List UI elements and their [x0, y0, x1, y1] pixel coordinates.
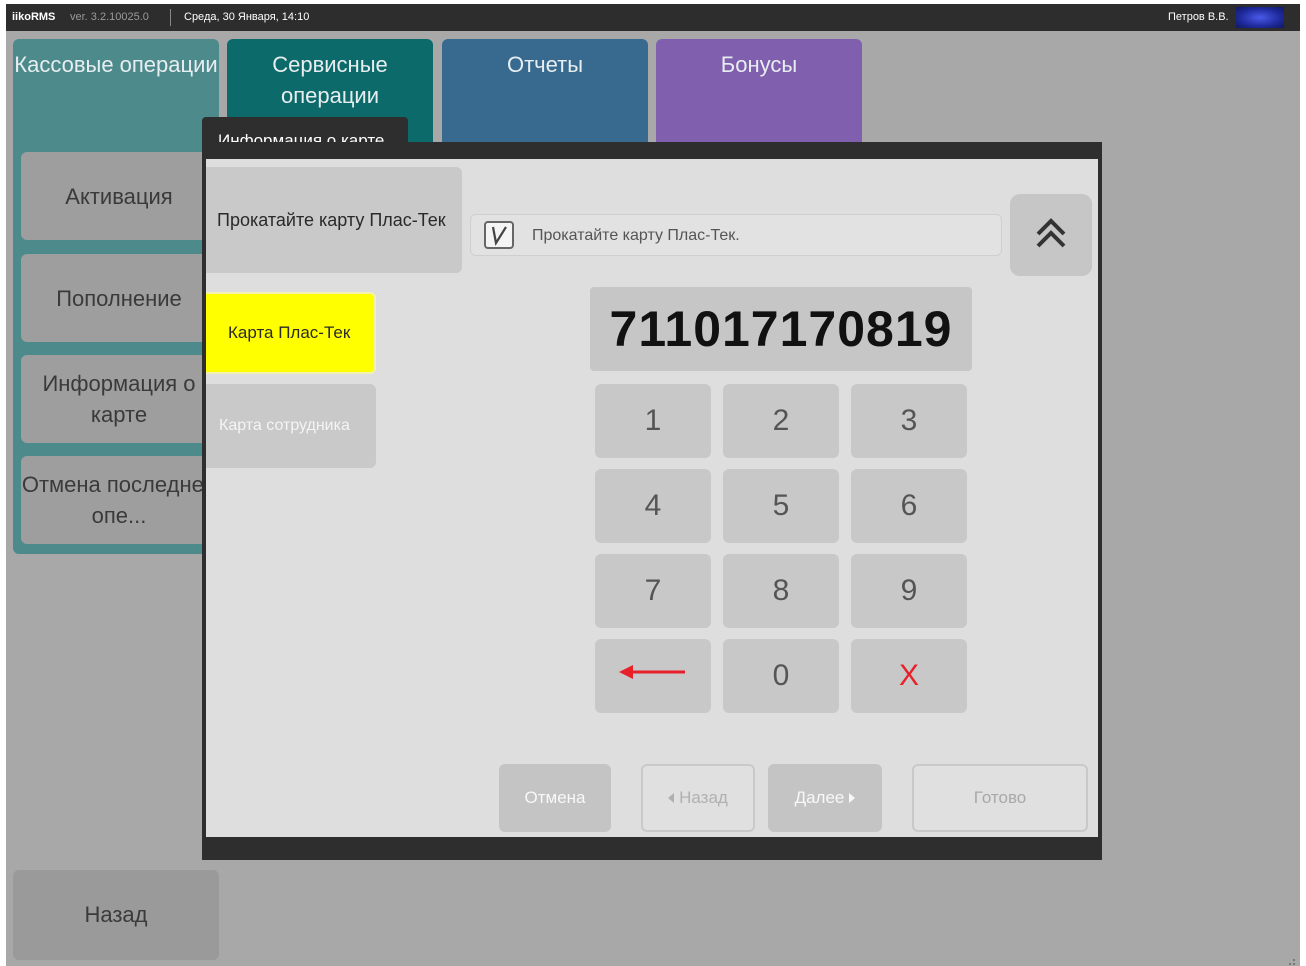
tab-reports[interactable]: Отчеты: [442, 39, 648, 159]
back-button-label: Назад: [84, 902, 148, 927]
key-5[interactable]: 5: [723, 469, 839, 543]
backspace-key[interactable]: [595, 639, 711, 713]
key-0[interactable]: 0: [723, 639, 839, 713]
title-separator: [170, 9, 171, 26]
app-window: iikoRMS ver. 3.2.10025.0 Среда, 30 Январ…: [6, 4, 1300, 966]
double-chevron-up-icon: [1010, 218, 1092, 280]
next-button-label: Далее: [794, 788, 845, 807]
user-name: Петров В.В.: [1168, 11, 1229, 23]
sidebar-item-card-info[interactable]: Информация о карте: [21, 355, 217, 443]
sidebar-item-activation[interactable]: Активация: [21, 152, 217, 240]
card-type-plastek[interactable]: Карта Плас-Тек: [206, 292, 376, 374]
datetime: Среда, 30 Января, 14:10: [184, 11, 310, 23]
app-version: ver. 3.2.10025.0: [70, 11, 149, 23]
back-button[interactable]: Назад: [13, 870, 219, 960]
status-field: Прокатайте карту Плас-Тек.: [470, 214, 1002, 256]
tab-label: Сервисные операции: [272, 52, 388, 108]
swipe-card-label: Прокатайте карту Плас-Тек: [217, 209, 446, 230]
collapse-button[interactable]: [1010, 194, 1092, 276]
card-type-label: Карта сотрудника: [219, 417, 350, 434]
cancel-button[interactable]: Отмена: [499, 764, 611, 832]
key-4[interactable]: 4: [595, 469, 711, 543]
resize-grip-icon[interactable]: [1286, 953, 1296, 965]
status-text: Прокатайте карту Плас-Тек.: [532, 227, 740, 244]
cancel-button-label: Отмена: [524, 788, 586, 807]
done-button-label: Готово: [973, 788, 1027, 807]
key-8[interactable]: 8: [723, 554, 839, 628]
tab-label: Отчеты: [506, 52, 584, 77]
card-info-dialog: Прокатайте карту Плас-Тек Карта Плас-Тек…: [202, 142, 1102, 860]
sidebar-item-label: Информация о карте: [42, 371, 196, 427]
prev-button-label: Назад: [679, 788, 728, 807]
sidebar-item-label: Активация: [65, 183, 173, 209]
next-button[interactable]: Далее: [768, 764, 882, 832]
key-7[interactable]: 7: [595, 554, 711, 628]
sidebar-item-label: Пополнение: [56, 285, 182, 311]
triangle-right-icon: [849, 793, 856, 803]
done-button[interactable]: Готово: [912, 764, 1088, 832]
swipe-card-button[interactable]: Прокатайте карту Плас-Тек: [206, 167, 462, 273]
key-3[interactable]: 3: [851, 384, 967, 458]
card-number-display: 711017170819: [590, 287, 972, 371]
key-9[interactable]: 9: [851, 554, 967, 628]
key-6[interactable]: 6: [851, 469, 967, 543]
checkbox-icon: [484, 221, 514, 249]
sidebar-item-top-up[interactable]: Пополнение: [21, 254, 217, 342]
sidebar-item-label: Отмена последней опе...: [21, 472, 217, 528]
triangle-left-icon: [668, 793, 675, 803]
app-name: iikoRMS: [12, 11, 56, 23]
card-type-staff[interactable]: Карта сотрудника: [206, 384, 376, 468]
sidebar-item-cancel-last[interactable]: Отмена последней опе...: [21, 456, 217, 544]
key-2[interactable]: 2: [723, 384, 839, 458]
user-avatar: [1236, 7, 1284, 28]
prev-button[interactable]: Назад: [641, 764, 755, 832]
tab-cash-operations[interactable]: Кассовые операции: [13, 39, 219, 159]
arrow-left-icon: [613, 657, 693, 695]
dialog-body: Прокатайте карту Плас-Тек Карта Плас-Тек…: [206, 159, 1098, 837]
card-type-label: Карта Плас-Тек: [228, 323, 351, 342]
tab-bonuses[interactable]: Бонусы: [656, 39, 862, 159]
title-bar: iikoRMS ver. 3.2.10025.0 Среда, 30 Январ…: [6, 4, 1300, 31]
key-1[interactable]: 1: [595, 384, 711, 458]
clear-key[interactable]: X: [851, 639, 967, 713]
tab-label: Кассовые операции: [14, 52, 218, 77]
tab-label: Бонусы: [720, 52, 798, 77]
